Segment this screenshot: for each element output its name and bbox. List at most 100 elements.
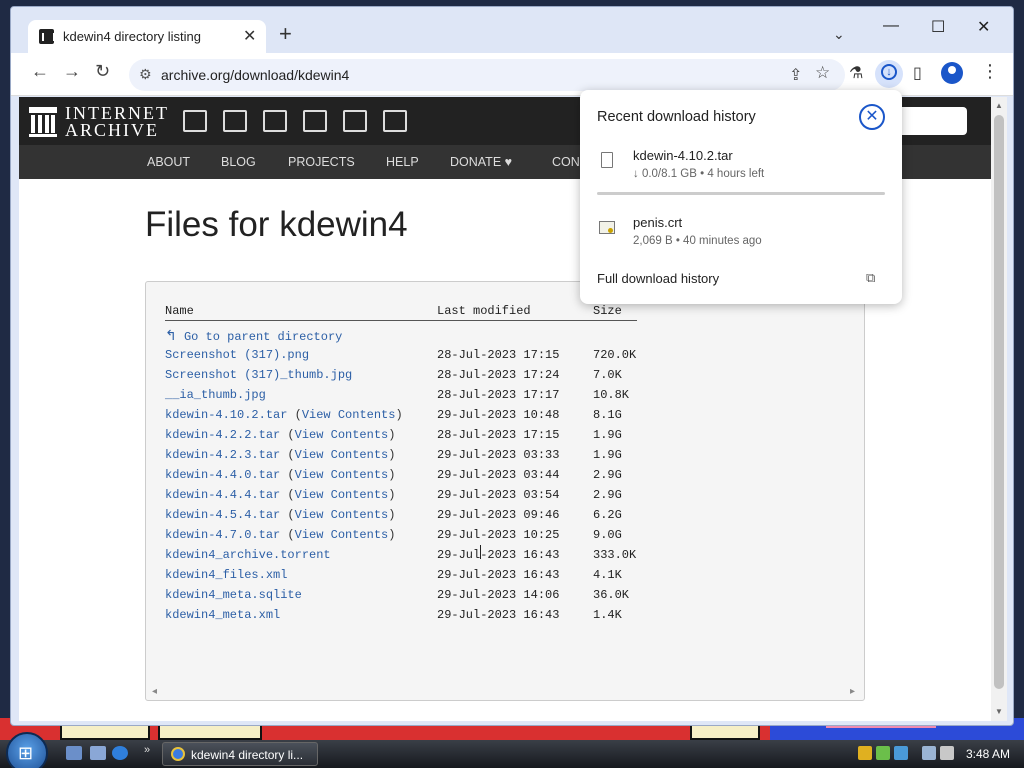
images-media-icon[interactable] (383, 110, 407, 132)
address-bar[interactable]: ⚙ archive.org/download/kdewin4 ⇪ ☆ (129, 59, 845, 91)
view-contents-link[interactable]: View Contents (295, 528, 389, 542)
tray-app-icon[interactable] (876, 746, 890, 760)
nav-projects[interactable]: PROJECTS (288, 155, 355, 169)
file-link[interactable]: kdewin-4.2.3.tar (165, 448, 280, 462)
scroll-left-icon[interactable]: ◂ (152, 686, 157, 697)
view-contents-link[interactable]: View Contents (295, 448, 389, 462)
view-contents-link[interactable]: View Contents (302, 408, 396, 422)
video-media-icon[interactable] (263, 110, 287, 132)
start-button[interactable]: ⊞ (6, 732, 48, 768)
labs-flask-icon[interactable]: ⚗ (849, 63, 863, 83)
table-row[interactable]: kdewin-4.4.0.tar (View Contents) 29-Jul-2… (165, 468, 725, 486)
minimize-button[interactable]: — (883, 17, 899, 35)
table-row[interactable]: Screenshot (317).png 28-Jul-2023 17:15 720… (165, 348, 725, 366)
scroll-right-icon[interactable]: ▸ (850, 686, 855, 697)
file-link[interactable]: kdewin4_archive.torrent (165, 548, 331, 562)
system-clock[interactable]: 3:48 AM (966, 747, 1010, 761)
maximize-button[interactable]: ☐ (931, 17, 945, 37)
share-icon[interactable]: ⇪ (789, 65, 802, 85)
menu-kebab-icon[interactable]: ⋮ (981, 61, 999, 82)
close-tab-icon[interactable]: ✕ (243, 26, 256, 46)
downloads-button[interactable]: ↓ (875, 60, 903, 88)
ia-logo-icon[interactable] (29, 107, 57, 137)
file-name-cell: kdewin-4.4.4.tar (View Contents) (165, 488, 395, 502)
view-contents-link[interactable]: View Contents (295, 468, 389, 482)
view-contents-wrapper: (View Contents) (280, 508, 396, 522)
table-row[interactable]: kdewin-4.10.2.tar (View Contents) 29-Jul-… (165, 408, 725, 426)
table-row[interactable]: kdewin-4.2.3.tar (View Contents) 29-Jul-2… (165, 448, 725, 466)
quicklaunch-overflow-icon[interactable]: » (144, 744, 150, 756)
view-contents-link[interactable]: View Contents (295, 508, 389, 522)
file-link[interactable]: kdewin4_files.xml (165, 568, 287, 582)
table-row[interactable]: Screenshot (317)_thumb.jpg 28-Jul-2023 17… (165, 368, 725, 386)
close-popup-button[interactable]: ✕ (859, 104, 885, 130)
table-row[interactable]: kdewin4_meta.xml 29-Jul-2023 16:43 1.4K (165, 608, 725, 626)
download-filename[interactable]: kdewin-4.10.2.tar (633, 148, 733, 163)
file-link[interactable]: kdewin-4.4.0.tar (165, 468, 280, 482)
file-link[interactable]: Screenshot (317)_thumb.jpg (165, 368, 352, 382)
profile-avatar[interactable] (941, 62, 963, 84)
texts-media-icon[interactable] (223, 110, 247, 132)
table-row[interactable]: kdewin-4.4.4.tar (View Contents) 29-Jul-2… (165, 488, 725, 506)
full-download-history-link[interactable]: Full download history (597, 271, 719, 286)
table-row[interactable]: kdewin-4.5.4.tar (View Contents) 29-Jul-2… (165, 508, 725, 526)
close-window-button[interactable]: ✕ (977, 17, 990, 37)
tray-app-icon[interactable] (894, 746, 908, 760)
table-row[interactable]: kdewin4_archive.torrent 29-Jul-2023 16:43… (165, 548, 725, 566)
parent-directory-row[interactable]: ↰ Go to parent directory (165, 328, 725, 346)
parent-link[interactable]: Go to parent directory (184, 330, 342, 344)
view-contents-link[interactable]: View Contents (295, 428, 389, 442)
taskbar-chrome-task[interactable]: kdewin4 directory li... (162, 742, 318, 766)
back-button[interactable]: ← (31, 61, 49, 82)
nav-about[interactable]: ABOUT (147, 155, 190, 169)
side-panel-icon[interactable]: ▯ (913, 63, 922, 83)
table-row[interactable]: kdewin4_files.xml 29-Jul-2023 16:43 4.1K (165, 568, 725, 586)
volume-muted-icon[interactable] (940, 746, 954, 760)
internet-explorer-icon[interactable] (112, 746, 128, 760)
file-link[interactable]: Screenshot (317).png (165, 348, 309, 362)
file-link[interactable]: kdewin-4.2.2.tar (165, 428, 280, 442)
table-row[interactable]: kdewin4_meta.sqlite 29-Jul-2023 14:06 36.0… (165, 588, 725, 606)
nav-blog[interactable]: BLOG (221, 155, 256, 169)
file-link[interactable]: kdewin-4.4.4.tar (165, 488, 280, 502)
network-icon[interactable] (922, 746, 936, 760)
switch-windows-icon[interactable] (90, 746, 106, 760)
table-row[interactable]: __ia_thumb.jpg 28-Jul-2023 17:17 10.8K (165, 388, 725, 406)
file-link[interactable]: kdewin-4.5.4.tar (165, 508, 280, 522)
nav-help[interactable]: HELP (386, 155, 419, 169)
scroll-thumb[interactable] (994, 115, 1004, 689)
table-row[interactable]: kdewin-4.2.2.tar (View Contents) 28-Jul-2… (165, 428, 725, 446)
vertical-scrollbar[interactable]: ▲ ▼ (991, 97, 1007, 721)
software-media-icon[interactable] (343, 110, 367, 132)
file-link[interactable]: kdewin4_meta.sqlite (165, 588, 302, 602)
site-info-icon[interactable]: ⚙ (139, 66, 152, 83)
web-media-icon[interactable] (183, 110, 207, 132)
windows-logo-icon: ⊞ (18, 743, 34, 763)
view-contents-link[interactable]: View Contents (295, 488, 389, 502)
modified-cell: 29-Jul-2023 10:25 (437, 528, 560, 542)
size-cell: 1.9G (593, 428, 622, 442)
ia-wordmark[interactable]: INTERNET ARCHIVE (65, 104, 169, 139)
bookmark-star-icon[interactable]: ☆ (815, 63, 830, 83)
open-external-icon[interactable]: ⧉ (866, 270, 875, 286)
file-link[interactable]: __ia_thumb.jpg (165, 388, 266, 402)
scroll-up-icon[interactable]: ▲ (995, 101, 1003, 110)
nav-donate[interactable]: DONATE ♥ (450, 155, 512, 169)
file-link[interactable]: kdewin4_meta.xml (165, 608, 280, 622)
file-icon (601, 152, 613, 168)
forward-button[interactable]: → (63, 61, 81, 82)
file-name-cell: kdewin-4.2.3.tar (View Contents) (165, 448, 395, 462)
security-shield-icon[interactable] (858, 746, 872, 760)
tab-search-chevron-icon[interactable]: ⌄ (833, 26, 845, 43)
tab-kdewin4[interactable]: kdewin4 directory listing ✕ (28, 20, 266, 53)
reload-button[interactable]: ↻ (95, 61, 110, 82)
table-row[interactable]: kdewin-4.7.0.tar (View Contents) 29-Jul-2… (165, 528, 725, 546)
new-tab-button[interactable]: + (279, 23, 292, 45)
url-text[interactable]: archive.org/download/kdewin4 (161, 67, 349, 83)
download-filename[interactable]: penis.crt (633, 215, 682, 230)
audio-media-icon[interactable] (303, 110, 327, 132)
file-link[interactable]: kdewin-4.7.0.tar (165, 528, 280, 542)
scroll-down-icon[interactable]: ▼ (995, 707, 1003, 716)
show-desktop-icon[interactable] (66, 746, 82, 760)
file-link[interactable]: kdewin-4.10.2.tar (165, 408, 287, 422)
